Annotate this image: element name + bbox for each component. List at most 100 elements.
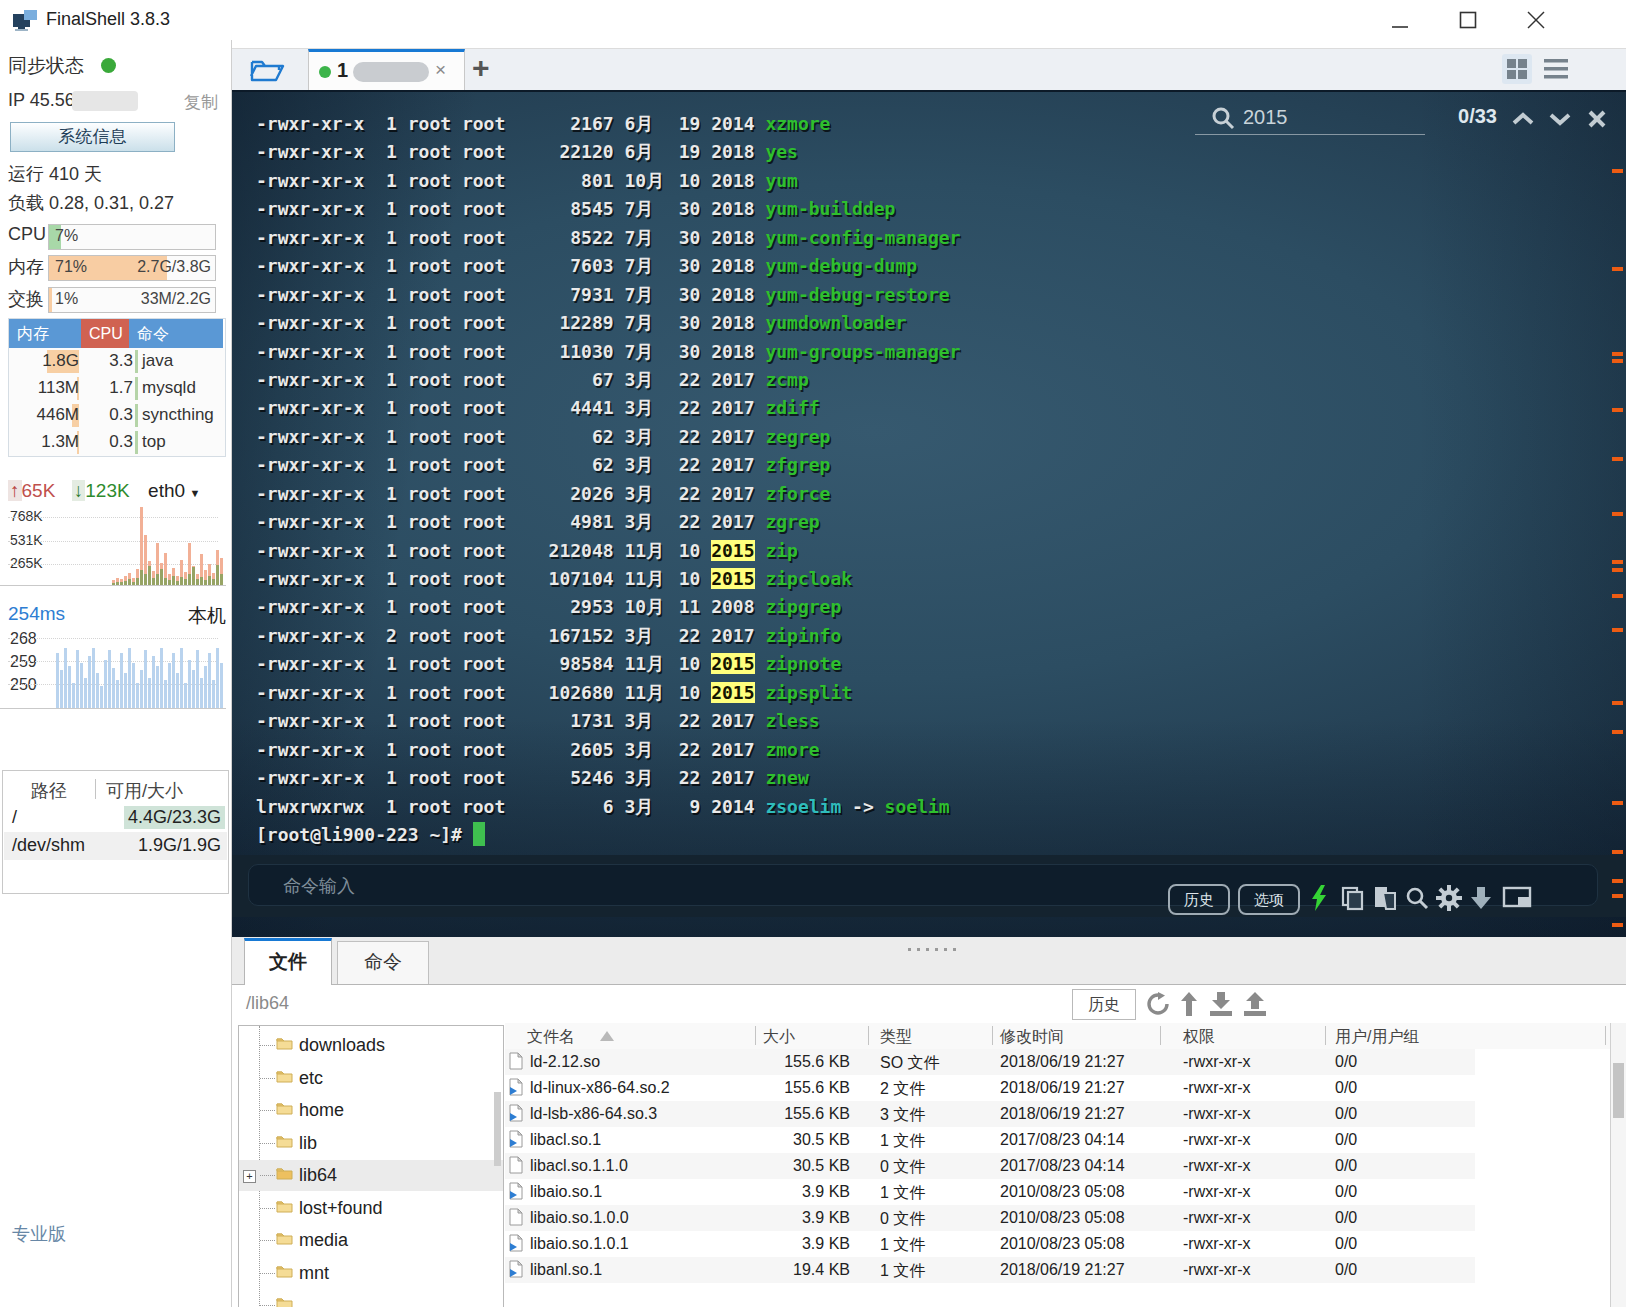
menu-icon[interactable]	[1542, 57, 1570, 81]
year: 2017	[711, 426, 754, 447]
file-row[interactable]: libacl.so.1.1.030.5 KB0 文件2017/08/23 04:…	[505, 1153, 1610, 1179]
tree-scrollbar[interactable]	[494, 1092, 501, 1166]
file-row[interactable]: libacl.so.130.5 KB1 文件2017/08/23 04:14-r…	[505, 1127, 1610, 1153]
options-button[interactable]: 选项	[1238, 884, 1300, 915]
tree-item-lib64[interactable]: +lib64	[239, 1160, 503, 1191]
fullscreen-monitor-icon[interactable]	[1502, 885, 1532, 911]
new-tab-button[interactable]: +	[472, 51, 490, 85]
minimize-button[interactable]	[1390, 10, 1410, 30]
year: 2018	[711, 341, 754, 362]
tree-item-lib[interactable]: lib	[239, 1128, 503, 1159]
column-header[interactable]: 类型	[880, 1027, 912, 1048]
column-header[interactable]: 大小	[763, 1027, 795, 1048]
file-name-cell: libanl.so.1	[530, 1261, 602, 1279]
ip-redacted-blob	[72, 91, 138, 111]
terminal-line: -rwxr-xr-x 1 root root 11030 7月 30 2018 …	[256, 338, 960, 366]
copy-ip-button[interactable]: 复制	[184, 91, 218, 114]
cjk-month: 月	[646, 565, 668, 593]
history-button[interactable]: 历史	[1168, 884, 1230, 915]
file-size-cell: 155.6 KB	[625, 1105, 850, 1123]
terminal-line: lrwxrwxrwx 1 root root 6 3月 9 2014 zsoel…	[256, 793, 960, 821]
file-icon	[509, 1156, 523, 1178]
file-row[interactable]: ld-lsb-x86-64.so.3155.6 KB3 文件2018/06/19…	[505, 1101, 1610, 1127]
cjk-month: 月	[635, 338, 657, 366]
ping-y-label: 259	[10, 653, 37, 671]
search-next-icon[interactable]	[1547, 110, 1573, 128]
tree-item[interactable]	[239, 1290, 503, 1307]
tree-item-label: mnt	[299, 1263, 329, 1284]
ping-bar	[196, 650, 199, 708]
proc-cpu: 0.3	[81, 432, 133, 452]
download-arrow-button-icon[interactable]	[1468, 885, 1494, 911]
column-header[interactable]: 权限	[1183, 1027, 1215, 1048]
terminal-line: -rwxr-xr-x 1 root root 2605 3月 22 2017 z…	[256, 736, 960, 764]
file-row[interactable]: libaio.so.1.0.03.9 KB0 文件2010/08/23 05:0…	[505, 1205, 1610, 1231]
ping-bar	[176, 673, 179, 708]
download-icon[interactable]	[1208, 992, 1234, 1016]
column-header[interactable]: 修改时间	[1000, 1027, 1064, 1048]
close-button[interactable]	[1526, 10, 1546, 30]
file-row[interactable]: libaio.so.1.0.13.9 KB1 文件2010/08/23 05:0…	[505, 1231, 1610, 1257]
year: 2018	[711, 170, 754, 191]
terminal-search-button-icon[interactable]	[1404, 885, 1430, 911]
ping-bar	[120, 653, 123, 708]
file-type-cell: 0 文件	[880, 1209, 925, 1230]
sysinfo-button[interactable]: 系统信息	[10, 122, 175, 152]
upload-icon[interactable]	[1242, 992, 1268, 1016]
tree-branch-line	[260, 1045, 275, 1047]
cjk-month: 月	[635, 252, 657, 280]
mem-meter: 71% 2.7G/3.8G	[48, 255, 216, 281]
ping-bar	[64, 648, 67, 708]
net-gridline	[8, 517, 218, 518]
net-y-label: 768K	[10, 508, 43, 524]
copy-icon[interactable]	[1340, 885, 1366, 911]
ping-bar	[204, 666, 207, 708]
file-perms-cell: -rwxr-xr-x	[1183, 1183, 1251, 1201]
file-icon-symlink	[509, 1182, 523, 1204]
open-folder-icon[interactable]	[248, 55, 288, 85]
tree-item-label: lost+found	[299, 1198, 383, 1219]
file-row[interactable]: libanl.so.119.4 KB1 文件2018/06/19 21:27-r…	[505, 1257, 1610, 1283]
table-scrollbar-thumb[interactable]	[1613, 1063, 1624, 1118]
search-input[interactable]: 2015	[1243, 106, 1288, 129]
layout-grid-button[interactable]	[1502, 54, 1532, 84]
file-owner-cell: 0/0	[1335, 1079, 1357, 1097]
tree-item-lost+found[interactable]: lost+found	[239, 1193, 503, 1224]
tree-item-mnt[interactable]: mnt	[239, 1258, 503, 1289]
lightning-icon[interactable]	[1308, 885, 1330, 911]
tree-item-media[interactable]: media	[239, 1225, 503, 1256]
paste-icon[interactable]	[1372, 885, 1398, 911]
refresh-icon[interactable]	[1146, 992, 1170, 1016]
proc-mem: 446M	[9, 405, 79, 425]
tree-item-downloads[interactable]: downloads	[239, 1030, 503, 1061]
file-name: zipsplit	[765, 682, 852, 703]
column-header[interactable]: 文件名	[527, 1027, 575, 1048]
file-row[interactable]: libaio.so.13.9 KB1 文件2010/08/23 05:08-rw…	[505, 1179, 1610, 1205]
file-history-button[interactable]: 历史	[1072, 989, 1136, 1020]
swap-meter: 1% 33M/2.2G	[48, 287, 216, 313]
file-row[interactable]: ld-linux-x86-64.so.2155.6 KB2 文件2018/06/…	[505, 1075, 1610, 1101]
terminal[interactable]: -rwxr-xr-x 1 root root 2167 6月 19 2014 x…	[232, 90, 1626, 939]
search-match-marker	[1612, 701, 1623, 705]
table-scrollbar-track[interactable]	[1610, 1023, 1626, 1307]
current-path[interactable]: /lib64	[246, 993, 289, 1014]
tab-files[interactable]: 文件	[244, 938, 332, 985]
tree-expander-icon[interactable]: +	[243, 1170, 256, 1183]
file-row[interactable]: ld-2.12.so155.6 KBSO 文件2018/06/19 21:27-…	[505, 1049, 1610, 1075]
tab-close-icon[interactable]: ×	[435, 59, 446, 81]
proc-mem: 1.3M	[9, 432, 79, 452]
terminal-tab[interactable]: 1 ×	[308, 49, 465, 91]
up-arrow-icon[interactable]	[1180, 992, 1198, 1016]
search-close-icon[interactable]	[1587, 109, 1607, 129]
column-header[interactable]: 用户/用户组	[1335, 1027, 1419, 1048]
search-prev-icon[interactable]	[1510, 110, 1536, 128]
settings-gear-icon[interactable]	[1436, 885, 1462, 911]
maximize-button[interactable]	[1458, 10, 1478, 30]
file-size-cell: 155.6 KB	[625, 1053, 850, 1071]
splitter-handle[interactable]	[908, 938, 958, 943]
tree-item-home[interactable]: home	[239, 1095, 503, 1126]
tree-item-etc[interactable]: etc	[239, 1063, 503, 1094]
tab-status-dot	[319, 66, 331, 78]
tab-commands[interactable]: 命令	[337, 941, 429, 984]
folder-icon	[276, 1035, 293, 1054]
